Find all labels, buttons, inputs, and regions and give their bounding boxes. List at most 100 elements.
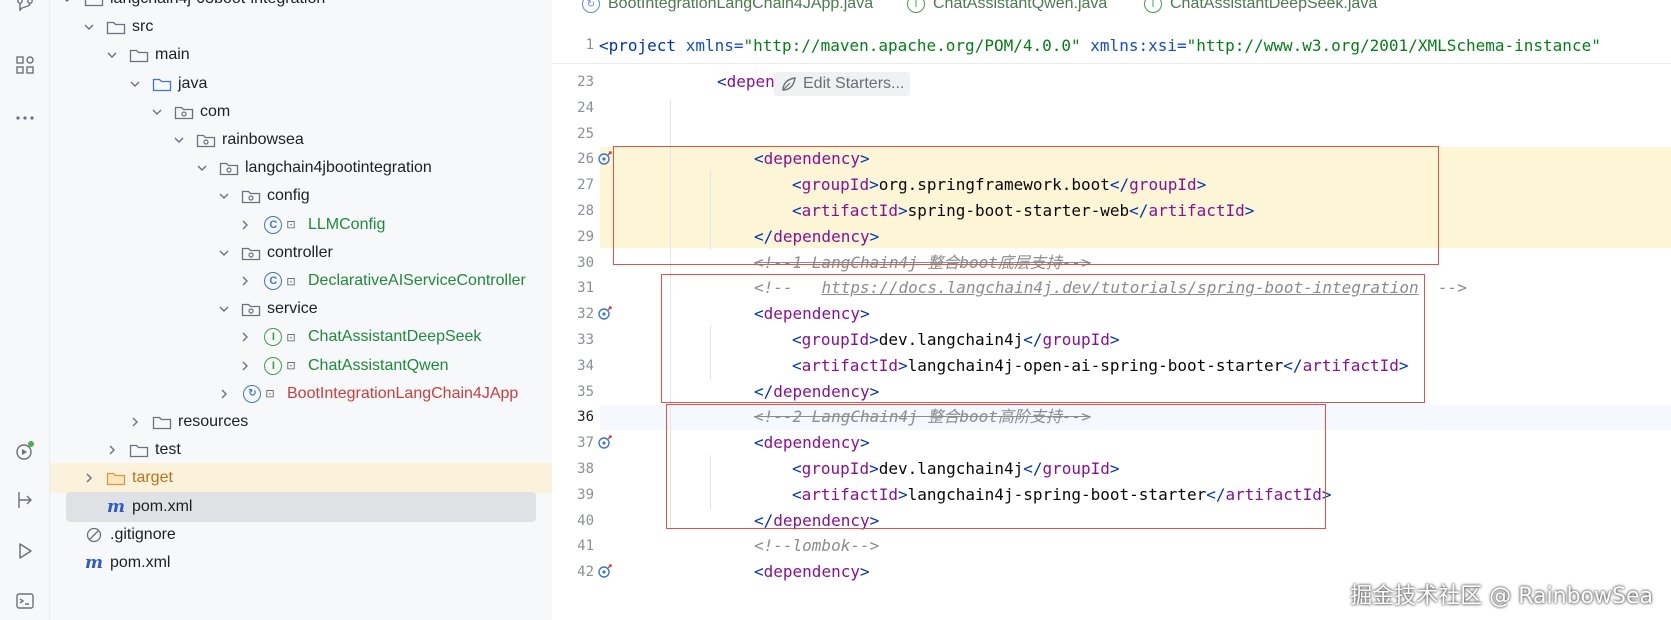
dependency-gutter-icon[interactable] [597, 305, 613, 321]
code-line[interactable]: <dependency> [754, 558, 870, 585]
tree-item[interactable]: C ⊡ LLMConfig [50, 210, 552, 240]
tree-item[interactable]: m pom.xml [50, 548, 552, 578]
tree-item[interactable]: service [50, 294, 552, 324]
tab-label: BootIntegrationLangChain4JApp.java [608, 0, 874, 12]
structure-icon[interactable] [12, 52, 38, 78]
chevron-down-icon[interactable] [60, 0, 74, 6]
tree-item[interactable]: test [50, 435, 552, 465]
chevron-right-icon[interactable] [217, 387, 231, 401]
code-line[interactable]: <artifactId>langchain4j-open-ai-spring-b… [792, 352, 1409, 379]
dependency-gutter-icon[interactable] [597, 434, 613, 450]
code-line[interactable]: </dependency> [754, 378, 879, 405]
tab-bootintegrationlangchain4japp[interactable]: ↻ BootIntegrationLangChain4JApp.java [582, 0, 873, 16]
chevron-right-icon[interactable] [238, 359, 252, 373]
edit-starters-label: Edit Starters... [803, 75, 905, 92]
tree-item[interactable]: I ⊡ ChatAssistantDeepSeek [50, 322, 552, 352]
chevron-down-icon[interactable] [105, 48, 119, 62]
code-token: artifactId [801, 355, 898, 375]
chevron-down-icon[interactable] [217, 302, 231, 316]
commit-icon[interactable] [12, 487, 38, 513]
services-icon[interactable] [12, 438, 38, 464]
code-line[interactable]: <groupId>dev.langchain4j</groupId> [792, 455, 1120, 482]
code-line[interactable]: <project xmlns="http://maven.apache.org/… [599, 32, 1601, 59]
chevron-right-icon[interactable] [105, 443, 119, 457]
tree-item[interactable]: .gitignore [50, 520, 552, 550]
terminal-icon[interactable] [12, 588, 38, 614]
chevron-right-icon[interactable] [128, 415, 142, 429]
tree-item-label: .gitignore [110, 525, 176, 543]
tree-item[interactable]: src [50, 12, 552, 42]
tree-item-label: service [267, 300, 318, 318]
chevron-down-icon[interactable] [195, 161, 209, 175]
code-token: < [792, 484, 802, 504]
code-token: </ [754, 226, 774, 246]
tree-item[interactable]: langchain4jbootintegration [50, 153, 552, 183]
tree-item[interactable]: com [50, 97, 552, 127]
chevron-down-icon[interactable] [217, 189, 231, 203]
chevron-placeholder [60, 556, 74, 570]
package-icon [241, 244, 261, 262]
excluded-folder-icon [106, 469, 126, 487]
line-number: 25 [577, 125, 594, 142]
tree-item-label: BootIntegrationLangChain4JApp [287, 384, 519, 402]
code-token: spring-boot-starter-web [907, 201, 1130, 220]
tree-item-label: resources [178, 413, 249, 430]
code-line[interactable]: <!--1 LangChain4j 整合boot底层支持--> [754, 249, 1091, 276]
tree-item[interactable]: rainbowsea [50, 125, 552, 155]
code-line[interactable]: </dependency> [754, 223, 879, 250]
chevron-right-icon[interactable] [82, 471, 96, 485]
code-token: > [869, 226, 880, 246]
code-line[interactable]: <dependency> [754, 145, 870, 172]
tree-item[interactable]: resources [50, 407, 552, 437]
line-number: 39 [577, 486, 594, 503]
code-token: > [897, 355, 908, 375]
chevron-down-icon[interactable] [217, 246, 231, 260]
git-branch-icon[interactable] [12, 0, 38, 20]
chevron-down-icon[interactable] [150, 105, 164, 119]
code-link[interactable]: https://docs.langchain4j.dev/tutorials/s… [821, 278, 1418, 297]
tree-item[interactable]: C ⊡ DeclarativeAIServiceController [50, 266, 552, 296]
tree-item[interactable]: I ⊡ ChatAssistantQwen [50, 351, 552, 381]
chevron-down-icon[interactable] [82, 20, 96, 34]
code-line[interactable]: <!--2 LangChain4j 整合boot高阶支持--> [754, 403, 1091, 430]
code-line[interactable]: </dependency> [754, 507, 879, 534]
line-number: 29 [577, 228, 594, 245]
edit-starters-button[interactable]: Edit Starters... [774, 72, 911, 96]
xml-attr: xmlns:xsi= [1080, 36, 1187, 55]
code-line[interactable]: <dependency> [754, 300, 870, 327]
tree-item[interactable]: controller [50, 238, 552, 268]
code-token: < [754, 149, 764, 169]
chevron-right-icon[interactable] [238, 218, 252, 232]
tree-item[interactable]: main [50, 40, 552, 70]
code-token: artifactId [1225, 484, 1322, 504]
code-line[interactable]: <!--lombok--> [754, 532, 879, 559]
chevron-down-icon[interactable] [172, 133, 186, 147]
tree-item[interactable]: ↻ ⊡ BootIntegrationLangChain4JApp [50, 379, 552, 409]
chevron-right-icon[interactable] [238, 330, 252, 344]
code-line[interactable]: <groupId>org.springframework.boot</group… [792, 171, 1206, 198]
run-icon[interactable] [12, 538, 38, 564]
code-token: < [792, 201, 802, 220]
code-line[interactable]: <dependency> [754, 429, 870, 456]
tree-item[interactable]: config [50, 181, 552, 211]
code-line[interactable]: <artifactId>spring-boot-starter-web</art… [792, 197, 1254, 224]
tree-item-label: rainbowsea [222, 131, 304, 148]
line-number: 42 [577, 564, 594, 581]
chevron-down-icon[interactable] [128, 77, 142, 91]
code-line[interactable]: <artifactId>langchain4j-spring-boot-star… [792, 481, 1331, 508]
code-token: <!-- [754, 278, 822, 298]
tree-item[interactable]: java [50, 69, 552, 99]
line-number: 40 [577, 512, 594, 529]
dependency-gutter-icon[interactable] [597, 150, 613, 166]
chevron-right-icon[interactable] [238, 274, 252, 288]
code-token: > [859, 304, 870, 324]
dependency-gutter-icon[interactable] [597, 563, 613, 579]
tree-item[interactable]: target [50, 463, 552, 494]
indent-guide [710, 455, 711, 510]
code-line[interactable]: <!-- https://docs.langchain4j.dev/tutori… [754, 274, 1467, 301]
tab-chatassistantqwen[interactable]: I ChatAssistantQwen.java [907, 0, 1107, 16]
tab-chatassistantdeepseek[interactable]: I ChatAssistantDeepSeek.java [1144, 0, 1377, 16]
code-line[interactable]: <groupId>dev.langchain4j</groupId> [792, 326, 1120, 353]
more-icon[interactable] [12, 105, 38, 131]
tree-item[interactable]: m pom.xml [66, 491, 536, 522]
